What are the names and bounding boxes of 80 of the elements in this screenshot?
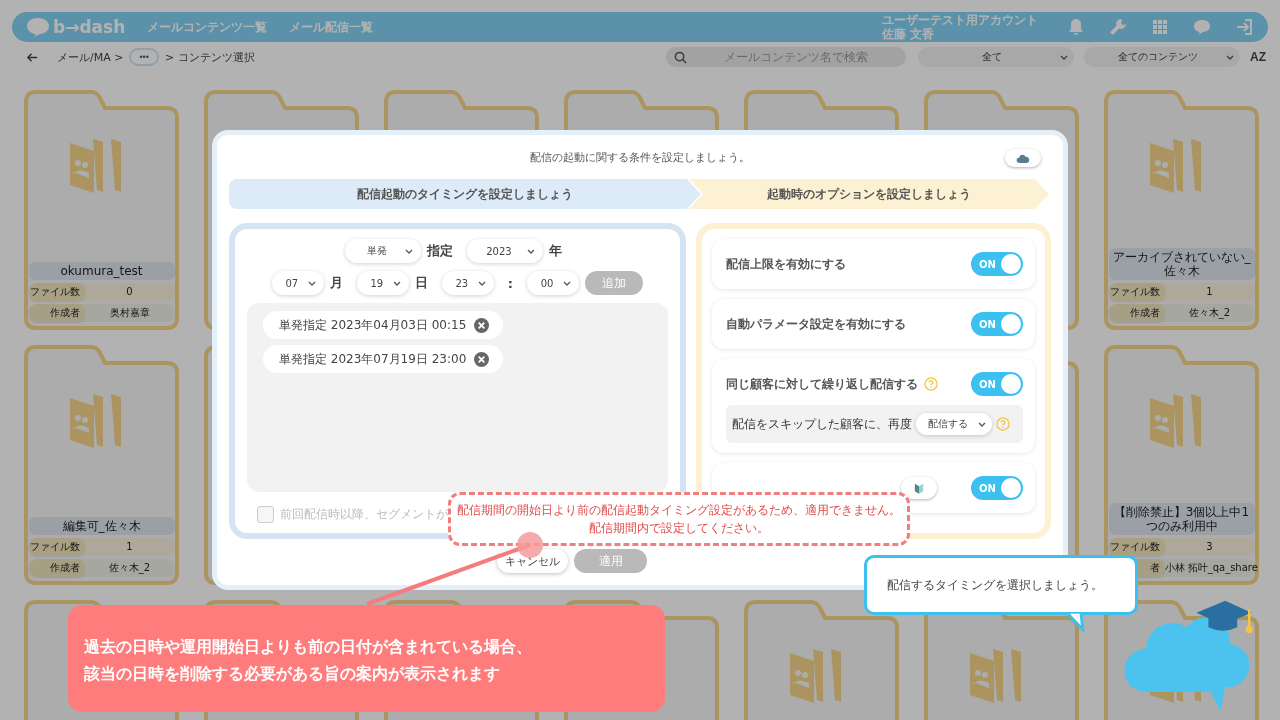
checkbox[interactable]	[257, 506, 274, 523]
chevron-down-icon	[392, 280, 401, 286]
dialog-title: 配信の起動に関する条件を設定しましょう。	[530, 149, 750, 165]
chevron-down-icon	[1226, 54, 1234, 60]
logout-icon[interactable]	[1234, 17, 1254, 37]
unit-label: 年	[548, 242, 562, 260]
field-label: ファイル数	[28, 538, 85, 556]
filter-dropdown[interactable]: 全て	[918, 47, 1074, 67]
option-label: 配信上限を有効にする	[725, 255, 846, 273]
option-label: 自動パラメータ設定を有効にする	[725, 315, 906, 333]
logo-text: b→dash	[53, 17, 126, 37]
beginner-mark-icon	[914, 482, 924, 494]
speech-bubble-logo-icon	[26, 17, 50, 37]
chevron-down-icon	[526, 248, 535, 254]
more-button[interactable]: •••	[129, 48, 159, 66]
filter-dropdown[interactable]: 全てのコンテンツ	[1084, 47, 1240, 67]
help-button[interactable]	[1005, 149, 1041, 167]
hour-select[interactable]: 23	[441, 271, 494, 295]
beginner-badge-button[interactable]	[901, 477, 937, 499]
remove-icon[interactable]	[474, 317, 490, 333]
day-select[interactable]: 19	[356, 271, 409, 295]
folder-name: アーカイブされていない_佐々木	[1108, 248, 1255, 280]
folder-name: 【削除禁止】3個以上中1つのみ利用中	[1108, 503, 1255, 535]
breadcrumb-current: > コンテンツ選択	[164, 49, 255, 65]
file-count: 1	[1205, 285, 1214, 299]
help-icon[interactable]	[995, 417, 1010, 431]
field-label: 作成者	[28, 304, 85, 322]
wrench-icon[interactable]	[1108, 17, 1128, 37]
sub-option-label: 配信をスキップした顧客に、再度	[731, 415, 912, 433]
annotation-text: 過去の日時や運用開始日よりも前の日付が含まれている場合、	[84, 636, 533, 658]
search-icon	[674, 51, 687, 64]
error-message: 配信期間の開始日より前の配信起動タイミング設定があるため、適用できません。	[457, 502, 901, 519]
bell-icon[interactable]	[1066, 17, 1086, 37]
chevron-down-icon	[307, 280, 316, 286]
file-count: 3	[1205, 540, 1214, 554]
year-select[interactable]: 2023	[466, 239, 543, 263]
creator-name: 小林 拓叶_qa_share	[1164, 561, 1258, 576]
field-label: ファイル数	[28, 283, 85, 301]
creator-name: 佐々木_2	[107, 561, 152, 576]
user-name: 佐藤 文香	[882, 27, 936, 41]
chevron-down-icon	[404, 248, 413, 254]
folder-name: 編集可_佐々木	[28, 517, 175, 535]
file-count: 1	[125, 540, 134, 554]
remove-icon[interactable]	[474, 351, 490, 367]
annotation-text: 該当の日時を削除する必要がある旨の案内が表示されます	[84, 663, 501, 685]
month-select[interactable]: 07	[271, 271, 324, 295]
error-message: 配信期間内で設定してください。	[589, 520, 769, 537]
option-label: 同じ顧客に対して繰り返し配信する	[725, 375, 918, 393]
resend-select[interactable]: 配信する	[915, 413, 992, 435]
chevron-down-icon	[477, 280, 486, 286]
field-label: ファイル数	[1108, 538, 1165, 556]
step-banner: 配信起動のタイミングを設定しましょう	[229, 179, 701, 209]
creator-name: 奥村嘉章	[108, 306, 151, 320]
help-icon[interactable]	[923, 377, 938, 391]
tooltip-text: 配信するタイミングを選択しましょう。	[887, 576, 1103, 594]
grid-icon[interactable]	[1150, 17, 1170, 37]
schedule-entry: 単発指定 2023年04月03日 00:15	[279, 316, 467, 334]
schedule-entry: 単発指定 2023年07月19日 23:00	[279, 350, 467, 368]
sort-button[interactable]: AZ	[1250, 50, 1266, 64]
unit-label: 指定	[426, 242, 453, 260]
step-banner: 起動時のオプションを設定しましょう	[689, 179, 1049, 209]
checkbox-label: 前回配信時以降、セグメントが	[280, 506, 448, 523]
chevron-down-icon	[977, 421, 986, 427]
unit-label: 日	[414, 274, 428, 292]
creator-name: 佐々木_2	[1187, 306, 1232, 321]
file-count: 0	[125, 285, 134, 299]
unit-label: 月	[329, 274, 343, 292]
time-separator: :	[507, 275, 514, 291]
chevron-down-icon	[563, 280, 572, 286]
field-label: 作成者	[28, 559, 85, 577]
mode-select[interactable]: 単発	[344, 239, 421, 263]
folder-name: okumura_test	[28, 262, 175, 280]
field-label: 作成者	[1108, 304, 1165, 322]
chevron-down-icon	[1060, 54, 1068, 60]
field-label: ファイル数	[1108, 283, 1165, 301]
account-name: ユーザーテスト用アカウント	[882, 13, 1038, 27]
cloud-icon	[1016, 152, 1030, 164]
chat-bubble-icon[interactable]	[1192, 17, 1212, 37]
breadcrumb-link[interactable]: メール/MA >	[57, 49, 124, 65]
minute-select[interactable]: 00	[527, 271, 580, 295]
